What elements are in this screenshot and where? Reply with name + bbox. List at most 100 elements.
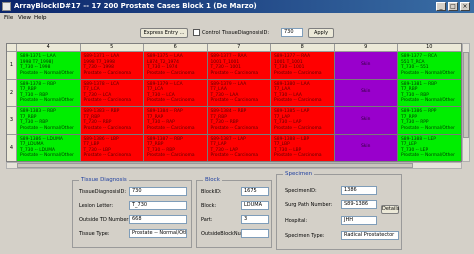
grid-cell[interactable]: S89-1377 -- RAA 1001 T_1001 T_730 -- 1001 P… — [271, 52, 335, 80]
column-header[interactable]: 6 — [144, 44, 208, 52]
menu-file[interactable]: File — [4, 15, 13, 21]
outside-block-num-label: OutsideBlockNum — [201, 231, 246, 237]
grid-cell[interactable]: S89-1387 -- LAP T7_LAP T_730 -- LAP Prostat… — [207, 134, 271, 161]
menu-bar: File View Help — [0, 13, 474, 23]
express-entry-button[interactable]: Express Entry ... — [140, 28, 188, 38]
grid-cell-text: Prostate -- Carcinoma — [210, 70, 259, 76]
tissue-type-field[interactable]: Prostate -- Normal/Other — [129, 229, 187, 238]
grid-cell[interactable]: Skin — [334, 134, 398, 161]
specimen-id-field[interactable]: 1386 — [341, 186, 377, 195]
grid-cell[interactable]: S89-1386 -- RPP T7_RPP T_730 -- RPP Prostat… — [398, 107, 461, 135]
grid-cell[interactable]: S89-1387 -- RBP T7_RBP T_730 -- RBP Prostat… — [144, 134, 208, 161]
grid-cell-text: Prostate -- Carcinoma — [210, 125, 259, 131]
horizontal-scroll-thumb[interactable] — [17, 163, 413, 168]
hospital-field[interactable]: JHH — [341, 216, 377, 225]
grid-cell[interactable]: S89-1380 -- LAA T7_LAA T_730 -- LAA Prostat… — [271, 79, 335, 107]
specimen-type-label: Specimen Type: — [285, 233, 325, 239]
menu-help[interactable]: Help — [34, 15, 47, 21]
grid-cell-text: Prostate -- Carcinoma — [274, 125, 322, 131]
title-bar: ArrayBlockID#17 -- 17 200 Prostate Cases… — [0, 0, 474, 13]
outside-td-number-field[interactable]: 668 — [129, 215, 187, 224]
vertical-scroll-thumb[interactable] — [463, 52, 469, 138]
column-header[interactable]: 5 — [80, 44, 144, 52]
specimen-panel: Specimen SpecimenID: 1386 Surg Path Numb… — [276, 171, 402, 250]
part-field[interactable]: 3 — [241, 215, 269, 224]
lesion-letter-field[interactable]: T_730 — [129, 201, 187, 210]
column-header[interactable]: 10 — [398, 44, 461, 52]
tissue-diagnosis-panel: Tissue Diagnosis TissueDiagnosisID: 730 … — [72, 177, 192, 248]
grid-cell[interactable]: S89-1384 -- RBP T7_RBP T_730 -- RBP Prostat… — [207, 107, 271, 135]
specimen-title: Specimen — [283, 171, 315, 177]
grid-cell-text: Prostate -- Carcinoma — [210, 98, 259, 103]
column-header[interactable]: 4 — [17, 44, 81, 52]
grid-cell[interactable]: S89-1386 -- LBP T7_LBP T_730 -- LBP Prostat… — [80, 134, 144, 161]
block-id-field[interactable]: 1675 — [241, 187, 269, 196]
column-header[interactable]: 7 — [207, 44, 271, 52]
array-grid: 4 5 6 7 8 9 10 1 S89-1371 -- LAA 1998 T7_1998] T_7… — [6, 43, 462, 162]
grid-cell-text: Prostate -- Normal/Other — [20, 98, 74, 103]
grid-cell[interactable]: Skin — [334, 52, 398, 80]
menu-view[interactable]: View — [18, 15, 31, 21]
row-header[interactable]: 2 — [7, 79, 17, 107]
row-header[interactable]: 1 — [7, 52, 17, 80]
grid-cell-text: Skin — [361, 116, 371, 122]
grid-cell-text: Prostate -- Carcinoma — [147, 98, 195, 103]
grid-cell[interactable]: S89-1377 -- RCA 551 T_RCA T_730 -- 551 Pros… — [398, 52, 461, 80]
grid-cell[interactable]: S89-1384 -- RAP T7_RAP T_730 -- RAP Prostat… — [144, 107, 208, 135]
block-title: Block — [203, 177, 222, 183]
grid-cell[interactable]: S89-1388 -- LEP T7_LEP T_730 -- LEP Prostat… — [398, 134, 461, 161]
grid-cell[interactable]: S89-1371 -- LAA 1998 T7_1998 T_730 -- 1998… — [80, 52, 144, 80]
grid-cell-text: Prostate -- Normal/Other — [401, 98, 455, 103]
grid-cell[interactable]: S89-1371 -- LAA 1998 T7_1998] T_730 -- 199… — [17, 52, 81, 80]
tissue-diagnosis-label: TissueDiagnosisID: — [222, 30, 270, 36]
surg-path-number-label: Surg Path Number: — [285, 202, 333, 208]
grid-cell-text: Prostate -- Carcinoma — [83, 70, 132, 76]
grid-cell[interactable]: S89-1379 -- LCA T7_LCA T_730 -- LCA Prostat… — [144, 79, 208, 107]
grid-cell-text: Prostate -- Carcinoma — [274, 153, 322, 158]
maximize-button[interactable]: □ — [448, 2, 458, 11]
close-button[interactable]: × — [460, 2, 470, 11]
tissue-diagnosis-title: Tissue Diagnosis — [79, 177, 129, 183]
grid-corner — [7, 44, 17, 52]
grid-cell[interactable]: S89-1386 -- LDUMA T7_LDUMA T_730 -- LDUMA P… — [17, 134, 81, 161]
tissue-diagnosis-input[interactable]: 730 — [281, 28, 303, 37]
apply-button[interactable]: Apply — [308, 28, 334, 38]
grid-cell[interactable]: S89-1388 -- LBP T7_LBP T_730 -- LBP Prostat… — [271, 134, 335, 161]
minimize-button[interactable]: _ — [436, 2, 446, 11]
grid-cell-text: Skin — [361, 144, 371, 150]
specimen-type-field[interactable]: Radical Prostatector — [341, 231, 399, 240]
grid-cell[interactable]: Skin — [334, 79, 398, 107]
grid-cell[interactable]: S89-1378 -- LCA T7_LCA T_730 -- LCA Prostat… — [80, 79, 144, 107]
grid-cell[interactable]: S89-1385 -- LAP T7_LAP T_730 -- LAP Prostat… — [271, 107, 335, 135]
grid-cell[interactable]: S89-1379 -- LAA T7_LAA T_730 -- LAA Prostat… — [207, 79, 271, 107]
app-icon — [2, 2, 11, 11]
column-header[interactable]: 9 — [334, 44, 398, 52]
block-field[interactable]: LDUMA — [241, 201, 269, 210]
grid-cell-text: Prostate -- Carcinoma — [83, 125, 132, 131]
grid-cell[interactable]: S89-1383 -- RBP T7_RBP T_730 -- RBP Prostat… — [17, 107, 81, 135]
row-header[interactable]: 4 — [7, 134, 17, 161]
lesion-letter-label: Lesion Letter: — [79, 203, 114, 209]
grid-cell[interactable]: S89-1377 -- RAA 1001 T_1001 T_730 -- 1001 P… — [207, 52, 271, 80]
grid-cell[interactable]: Skin — [334, 107, 398, 135]
control-checkbox[interactable] — [193, 29, 200, 36]
control-label: Control — [202, 30, 221, 36]
row-header[interactable]: 3 — [7, 107, 17, 135]
tissue-diagnosis-id-field[interactable]: 730 — [129, 187, 187, 196]
grid-cell-text: Prostate -- Normal/Other — [401, 70, 455, 76]
details-button[interactable]: Details — [381, 205, 399, 214]
grid-cell[interactable]: S89-1381 -- RBP T7_RBP T_730 -- RBP Prostat… — [398, 79, 461, 107]
outside-td-number-label: Outside TD Number: — [79, 217, 131, 223]
vertical-scrollbar[interactable] — [462, 43, 470, 162]
grid-cell[interactable]: S89-1375 -- LAA L874_T2_1974 T_730 -- 1974… — [144, 52, 208, 80]
outside-block-num-field[interactable] — [241, 229, 269, 238]
grid-cell-text: Skin — [361, 61, 371, 67]
horizontal-scrollbar[interactable] — [6, 162, 462, 169]
column-header[interactable]: 8 — [271, 44, 335, 52]
grid-cell-text: Prostate -- Carcinoma — [274, 98, 322, 103]
grid-cell[interactable]: S89-1383 -- RBP T7_RBP T_730 -- RBP Prostat… — [80, 107, 144, 135]
grid-cell[interactable]: S89-1378 -- RBP T7_RBP T_730 -- RBP Prostat… — [17, 79, 81, 107]
surg-path-number-field[interactable]: S89-1386 — [341, 200, 377, 209]
toolbar: Express Entry ... Control TissueDiagnosi… — [0, 23, 474, 43]
tissue-diagnosis-id-label: TissueDiagnosisID: — [79, 189, 127, 195]
